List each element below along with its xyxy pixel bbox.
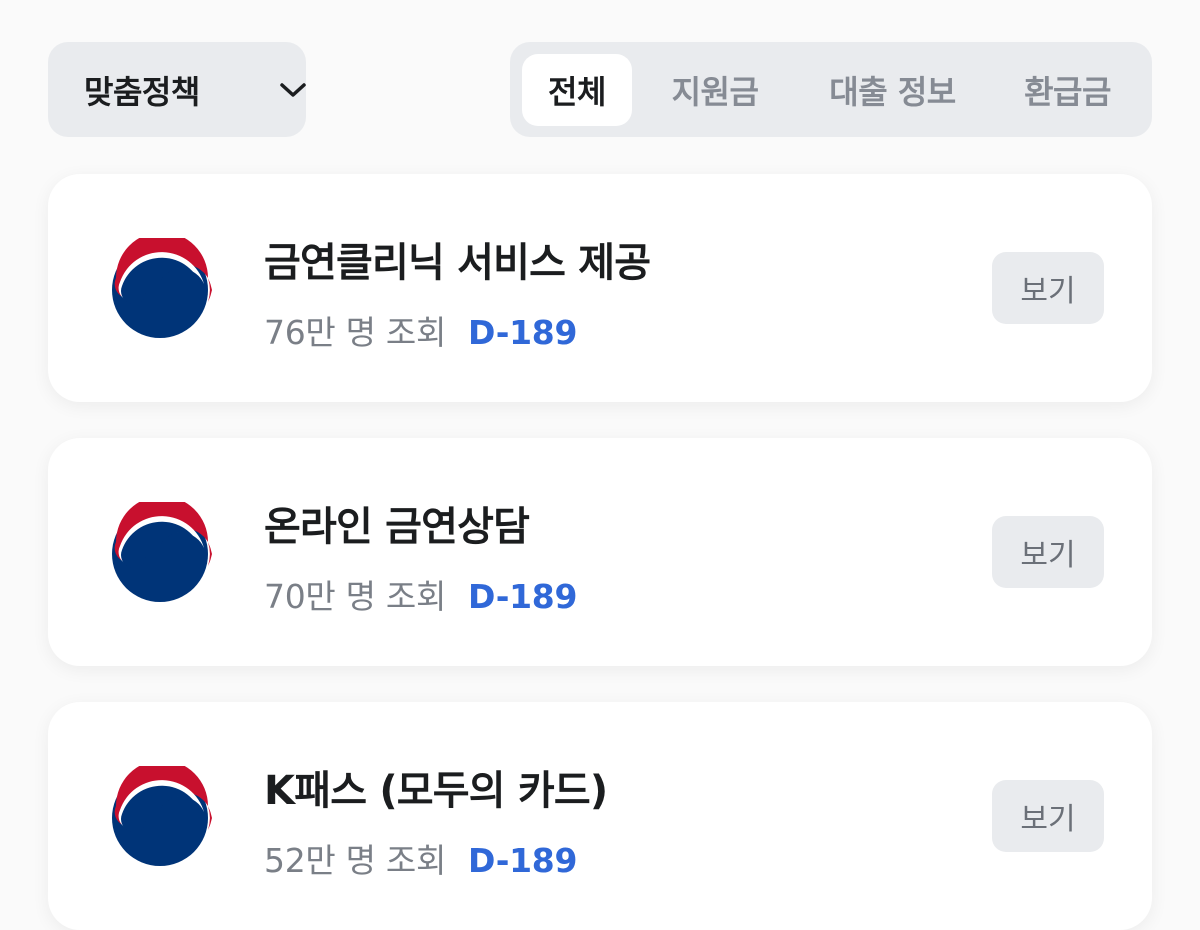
custom-policy-dropdown[interactable]: 맞춤정책 bbox=[48, 42, 306, 137]
d-day-badge: D-189 bbox=[468, 841, 578, 880]
view-button[interactable]: 보기 bbox=[992, 780, 1104, 852]
view-count: 70만 명 조회 bbox=[264, 577, 447, 616]
korea-government-emblem-icon bbox=[112, 766, 212, 866]
d-day-badge: D-189 bbox=[468, 313, 578, 352]
list-item[interactable]: K패스 (모두의 카드) 52만 명 조회 D-189 보기 bbox=[48, 702, 1152, 930]
item-title: 온라인 금연상담 bbox=[264, 504, 530, 550]
top-filter-bar: 맞춤정책 전체 지원금 대출 정보 환급금 bbox=[0, 0, 1200, 175]
chevron-down-icon bbox=[280, 83, 306, 97]
item-title: 금연클리닉 서비스 제공 bbox=[264, 240, 651, 286]
korea-government-emblem-icon bbox=[112, 502, 212, 602]
view-button[interactable]: 보기 bbox=[992, 252, 1104, 324]
tab-refund[interactable]: 환급금 bbox=[1000, 54, 1135, 126]
view-count: 76만 명 조회 bbox=[264, 313, 447, 352]
item-meta: 76만 명 조회 D-189 bbox=[264, 306, 577, 354]
tab-loan-info[interactable]: 대출 정보 bbox=[810, 54, 975, 126]
view-count: 52만 명 조회 bbox=[264, 841, 447, 880]
tab-all[interactable]: 전체 bbox=[522, 54, 632, 126]
category-tabs: 전체 지원금 대출 정보 환급금 bbox=[510, 42, 1152, 137]
item-meta: 70만 명 조회 D-189 bbox=[264, 570, 577, 618]
view-button[interactable]: 보기 bbox=[992, 516, 1104, 588]
list-item[interactable]: 온라인 금연상담 70만 명 조회 D-189 보기 bbox=[48, 438, 1152, 666]
dropdown-label: 맞춤정책 bbox=[84, 72, 200, 111]
list-item[interactable]: 금연클리닉 서비스 제공 76만 명 조회 D-189 보기 bbox=[48, 174, 1152, 402]
korea-government-emblem-icon bbox=[112, 238, 212, 338]
d-day-badge: D-189 bbox=[468, 577, 578, 616]
tab-subsidy[interactable]: 지원금 bbox=[650, 54, 780, 126]
item-meta: 52만 명 조회 D-189 bbox=[264, 834, 577, 882]
item-title: K패스 (모두의 카드) bbox=[264, 768, 608, 814]
